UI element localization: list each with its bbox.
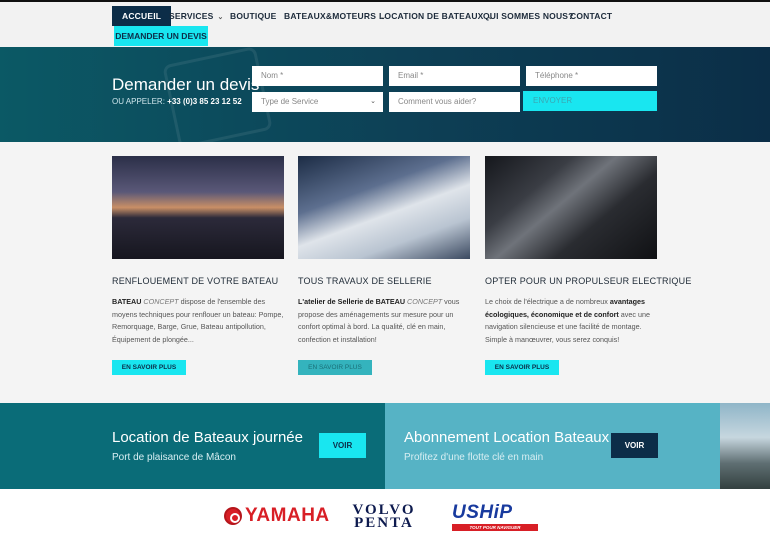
brand-name: BATEAU xyxy=(112,297,142,306)
learn-more-button[interactable]: EN SAVOIR PLUS xyxy=(112,360,186,375)
nav-label: LOCATION DE BATEAUX xyxy=(379,11,484,21)
nav-item-accueil[interactable]: ACCUEIL xyxy=(112,6,172,26)
promo-subtitle: Profitez d'une flotte clé en main xyxy=(404,452,544,463)
submit-button[interactable]: ENVOYER xyxy=(523,91,657,111)
uship-wordmark: USHiP xyxy=(452,502,513,523)
boat-seat-image xyxy=(298,156,470,259)
email-field[interactable]: Email * xyxy=(389,66,520,86)
card-body-start: Le choix de l'électrique a de nombreux xyxy=(485,297,610,306)
nav-item-qui-sommes-nous[interactable]: QUI SOMMES NOUS? xyxy=(483,6,574,26)
nav-item-bateaux-moteurs[interactable]: BATEAUX&MOTEURS ⌄ xyxy=(284,6,386,26)
volvo-penta-logo[interactable]: VOLVO PENTA xyxy=(338,503,430,531)
nav-label: ACCUEIL xyxy=(122,11,162,21)
card-description: L'atelier de Sellerie de BATEAU CONCEPT … xyxy=(298,296,470,346)
request-quote-button[interactable]: DEMANDER UN DEVIS xyxy=(114,26,208,46)
view-day-rental-button[interactable]: VOIR xyxy=(319,433,366,458)
card-description: Le choix de l'électrique a de nombreux a… xyxy=(485,296,657,346)
promo-subtitle: Port de plaisance de Mâcon xyxy=(112,452,236,463)
tuning-fork-icon xyxy=(224,507,242,525)
card-title: OPTER POUR UN PROPULSEUR ELECTRIQUE xyxy=(485,276,692,286)
subscription-banner xyxy=(385,403,770,489)
card-title: TOUS TRAVAUX DE SELLERIE xyxy=(298,276,432,286)
view-subscription-button[interactable]: VOIR xyxy=(611,433,658,458)
learn-more-button[interactable]: EN SAVOIR PLUS xyxy=(298,360,372,375)
promo-title: Abonnement Location Bateaux xyxy=(404,429,610,446)
nav-item-location[interactable]: LOCATION DE BATEAUX ⌄ xyxy=(379,6,494,26)
engine-repair-image xyxy=(485,156,657,259)
phone-line: OU APPELER: +33 (0)3 85 23 12 52 xyxy=(112,97,242,106)
phone-prefix: OU APPELER: xyxy=(112,97,165,106)
chevron-down-icon: ⌄ xyxy=(217,14,224,21)
message-field[interactable]: Comment vous aider? xyxy=(389,92,520,112)
uship-tagline: TOUT POUR NAVIGUER xyxy=(452,524,538,531)
card-title: RENFLOUEMENT DE VOTRE BATEAU xyxy=(112,276,279,286)
phone-number[interactable]: +33 (0)3 85 23 12 52 xyxy=(167,97,242,106)
service-select[interactable]: Type de Service ⌄ xyxy=(252,92,383,112)
promo-title: Location de Bateaux journée xyxy=(112,429,303,446)
brand-concept: CONCEPT xyxy=(143,297,179,306)
nav-label: QUI SOMMES NOUS? xyxy=(483,11,574,21)
nav-label: SERVICES xyxy=(169,11,214,21)
yamaha-logo[interactable]: YAMAHA xyxy=(224,505,330,527)
service-select-value: Type de Service xyxy=(261,97,319,106)
nav-label: BOUTIQUE xyxy=(230,11,277,21)
yamaha-wordmark: YAMAHA xyxy=(245,505,330,526)
brand-concept: CONCEPT xyxy=(407,297,443,306)
nav-label: CONTACT xyxy=(570,11,613,21)
nav-item-boutique[interactable]: BOUTIQUE xyxy=(230,6,276,26)
learn-more-button[interactable]: EN SAVOIR PLUS xyxy=(485,360,559,375)
penta-wordmark: PENTA xyxy=(354,515,414,531)
uship-logo[interactable]: USHiP TOUT POUR NAVIGUER xyxy=(452,503,544,531)
card-description: BATEAU CONCEPT dispose de l'ensemble des… xyxy=(112,296,284,346)
chevron-down-icon: ⌄ xyxy=(370,98,376,105)
top-navigation: ACCUEIL SERVICES ⌄ BOUTIQUE BATEAUX&MOTEU… xyxy=(0,0,770,47)
name-field[interactable]: Nom * xyxy=(252,66,383,86)
nav-item-contact[interactable]: CONTACT xyxy=(570,6,612,26)
nav-label: BATEAUX&MOTEURS xyxy=(284,11,377,21)
boat-photo xyxy=(720,403,770,489)
brand-name: L'atelier de Sellerie de BATEAU xyxy=(298,297,406,306)
phone-field[interactable]: Téléphone * xyxy=(526,66,657,86)
boat-harbor-image xyxy=(112,156,284,259)
quote-title: Demander un devis xyxy=(112,75,260,94)
nav-item-services[interactable]: SERVICES ⌄ xyxy=(169,6,224,26)
